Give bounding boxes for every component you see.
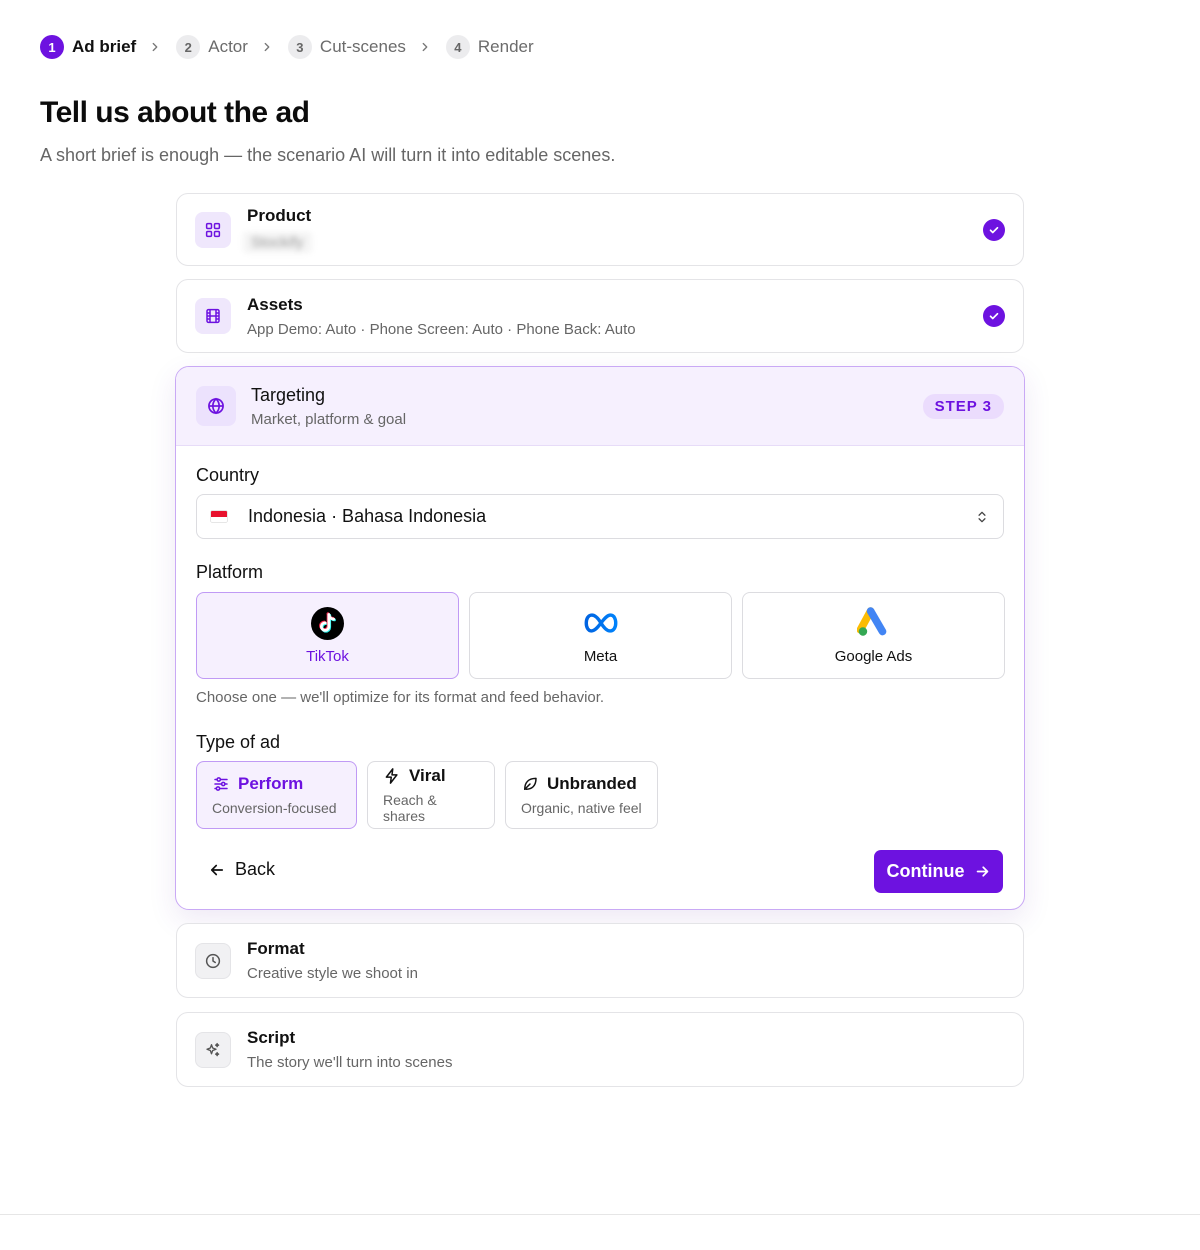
- country-value: Indonesia · Bahasa Indonesia: [248, 506, 487, 526]
- platform-label: Platform: [196, 562, 264, 582]
- section-product[interactable]: Product Stockify: [176, 193, 1024, 266]
- step-number: 4: [445, 35, 470, 59]
- ad-type-unbranded[interactable]: Unbranded Organic, native feel: [505, 761, 658, 829]
- platform-hint: Choose one — we'll optimize for its form…: [196, 689, 605, 706]
- page-title: Tell us about the ad: [40, 96, 310, 129]
- section-assets[interactable]: Assets App Demo: Auto · Phone Screen: Au…: [176, 279, 1024, 353]
- step-ad-brief[interactable]: 1 Ad brief: [40, 35, 136, 59]
- step-label: Ad brief: [72, 37, 137, 56]
- ad-type-name: Unbranded: [547, 774, 637, 793]
- section-title: Product: [247, 206, 312, 225]
- ad-type-desc: Conversion-focused: [212, 800, 337, 816]
- ad-type-perform[interactable]: Perform Conversion-focused: [196, 761, 357, 829]
- section-subtitle: The story we'll turn into scenes: [247, 1054, 453, 1071]
- ad-type-label: Type of ad: [196, 732, 281, 752]
- ad-type-desc: Organic, native feel: [521, 800, 642, 816]
- section-script[interactable]: Script The story we'll turn into scenes: [176, 1012, 1024, 1087]
- section-title: Format: [247, 939, 305, 958]
- ad-type-name: Perform: [238, 774, 304, 793]
- clock-icon: [195, 942, 231, 979]
- section-title: Targeting: [251, 384, 326, 405]
- country-select[interactable]: Indonesia · Bahasa Indonesia: [196, 494, 1004, 539]
- step-label: Actor: [208, 37, 248, 56]
- leaf-icon: [521, 775, 539, 793]
- section-subtitle: Stockify: [243, 232, 983, 253]
- step-number: 1: [40, 35, 64, 59]
- step-render[interactable]: 4 Render: [445, 35, 534, 59]
- section-subtitle: Creative style we shoot in: [247, 965, 418, 982]
- country-label: Country: [196, 465, 260, 485]
- chevron-right-icon: [260, 40, 274, 54]
- back-button[interactable]: Back: [208, 859, 275, 880]
- section-subtitle: Market, platform & goal: [251, 410, 407, 428]
- sparkle-icon: [195, 1031, 231, 1068]
- grid-icon: [195, 211, 231, 248]
- section-format[interactable]: Format Creative style we shoot in: [176, 923, 1024, 998]
- step-badge: STEP 3: [922, 393, 1004, 419]
- step-label: Cut-scenes: [319, 37, 406, 56]
- lightning-icon: [383, 767, 401, 785]
- section-targeting: Targeting Market, platform & goal STEP 3…: [175, 366, 1025, 910]
- section-title: Script: [247, 1028, 296, 1047]
- platform-meta[interactable]: Meta: [469, 592, 732, 679]
- footer-divider: [0, 1214, 1200, 1215]
- platform-name: Google Ads: [834, 648, 913, 665]
- step-label: Render: [477, 37, 534, 56]
- check-icon: [983, 218, 1005, 241]
- indonesia-flag-icon: [211, 511, 227, 522]
- page-subtitle: A short brief is enough — the scenario A…: [40, 145, 616, 165]
- arrow-left-icon: [208, 861, 226, 879]
- tiktok-logo: [311, 606, 344, 640]
- platform-name: TikTok: [306, 648, 349, 665]
- arrow-right-icon: [974, 863, 991, 880]
- targeting-header[interactable]: Targeting Market, platform & goal STEP 3: [176, 367, 1024, 446]
- back-label: Back: [235, 859, 276, 879]
- product-name: Stockify: [243, 232, 312, 253]
- chevron-right-icon: [418, 40, 432, 54]
- continue-button[interactable]: Continue: [874, 850, 1003, 893]
- platform-options: TikTok Meta Google Ads: [196, 592, 1005, 679]
- section-title: Assets: [247, 294, 303, 314]
- google-ads-logo: [856, 606, 891, 640]
- ad-type-name: Viral: [409, 766, 446, 785]
- platform-tiktok[interactable]: TikTok: [196, 592, 459, 679]
- meta-logo: [584, 606, 618, 640]
- ad-type-desc: Reach & shares: [383, 792, 437, 824]
- platform-name: Meta: [583, 648, 618, 665]
- chevron-right-icon: [148, 40, 162, 54]
- chevron-up-down-icon: [975, 509, 989, 525]
- step-number: 2: [176, 35, 201, 59]
- stepper: 1 Ad brief 2 Actor 3 Cut-scenes 4 Render: [40, 34, 534, 60]
- continue-label: Continue: [886, 861, 965, 881]
- section-subtitle: App Demo: Auto · Phone Screen: Auto · Ph…: [247, 320, 636, 338]
- ad-type-options: Perform Conversion-focused Viral Reach &…: [196, 761, 658, 829]
- film-icon: [195, 298, 231, 334]
- step-cut-scenes[interactable]: 3 Cut-scenes: [287, 35, 406, 59]
- platform-google-ads[interactable]: Google Ads: [742, 592, 1005, 679]
- check-icon: [983, 305, 1005, 327]
- sliders-icon: [212, 775, 230, 793]
- step-actor[interactable]: 2 Actor: [176, 35, 248, 59]
- step-number: 3: [287, 35, 312, 59]
- globe-icon: [196, 386, 236, 426]
- ad-type-viral[interactable]: Viral Reach & shares: [367, 761, 495, 829]
